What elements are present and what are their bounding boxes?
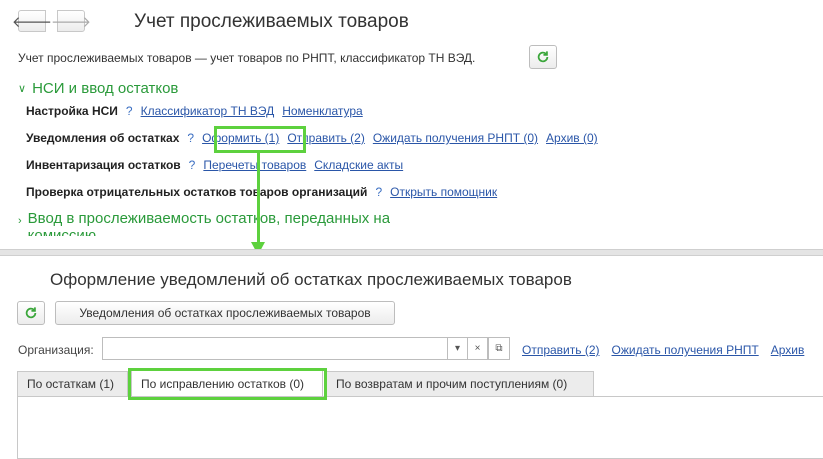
tab-content — [17, 396, 823, 459]
org-input[interactable] — [102, 337, 448, 360]
link-tnved-classifier[interactable]: Классификатор ТН ВЭД — [141, 104, 275, 118]
tab-label: По возвратам и прочим поступлениям (0) — [336, 377, 568, 391]
group-nsi-header[interactable]: ∨ НСИ и ввод остатков — [18, 80, 178, 97]
help-icon[interactable]: ? — [375, 185, 382, 199]
notifications-button[interactable]: Уведомления об остатках прослеживаемых т… — [55, 301, 395, 325]
back-arrow-icon: 🡐 — [11, 13, 53, 31]
help-icon[interactable]: ? — [126, 104, 133, 118]
refresh-icon — [537, 51, 549, 63]
page-title: Учет прослеживаемых товаров — [134, 11, 409, 32]
org-clear-button[interactable]: × — [468, 337, 488, 360]
row-inventory: Инвентаризация остатков ? Перечеты товар… — [26, 158, 403, 172]
row-check-label: Проверка отрицательных остатков товаров … — [26, 185, 368, 199]
link-open-assistant[interactable]: Открыть помощник — [390, 185, 497, 199]
open-icon: ⧉ — [495, 343, 503, 354]
page-description: Учет прослеживаемых товаров — учет товар… — [18, 51, 476, 65]
back-button[interactable]: 🡐 — [12, 10, 52, 32]
row-inventory-label: Инвентаризация остатков — [26, 158, 181, 172]
dropdown-icon: ▾ — [454, 343, 461, 354]
highlight-create-link — [214, 126, 306, 153]
org-open-button[interactable]: ⧉ — [488, 337, 510, 360]
row-nsi: Настройка НСИ ? Классификатор ТН ВЭД Ном… — [26, 104, 363, 118]
org-label: Организация: — [18, 343, 94, 357]
form-title: Оформление уведомлений об остатках просл… — [50, 270, 572, 289]
refresh-button-bottom[interactable] — [17, 301, 45, 325]
refresh-button-top[interactable] — [529, 45, 557, 69]
tab-label: По остаткам (1) — [27, 377, 115, 391]
forward-button[interactable]: 🡒 — [51, 10, 91, 32]
org-dropdown-button[interactable]: ▾ — [448, 337, 468, 360]
link-await-rnpt-bottom[interactable]: Ожидать получения РНПТ — [612, 343, 759, 357]
help-icon[interactable]: ? — [189, 158, 196, 172]
row-notifications: Уведомления об остатках ? Оформить (1) О… — [26, 131, 598, 145]
highlight-active-tab — [128, 368, 327, 400]
group-commission-header[interactable]: › Ввод в прослеживаемость остатков, пере… — [18, 210, 390, 236]
chevron-right-icon: › — [18, 215, 22, 227]
annotation-arrow-line — [257, 152, 260, 244]
bottom-links: Отправить (2) Ожидать получения РНПТ Арх… — [522, 343, 804, 357]
help-icon[interactable]: ? — [187, 131, 194, 145]
window-divider — [0, 249, 823, 256]
group-commission-title: Ввод в прослеживаемость остатков, переда… — [27, 210, 391, 236]
link-await-rnpt[interactable]: Ожидать получения РНПТ (0) — [373, 131, 538, 145]
link-archive-bottom[interactable]: Архив — [771, 343, 805, 357]
group-nsi-title: НСИ и ввод остатков — [32, 80, 179, 97]
refresh-icon — [25, 307, 37, 319]
forward-arrow-icon: 🡒 — [50, 13, 92, 31]
link-recounts[interactable]: Перечеты товаров — [203, 158, 306, 172]
row-nsi-label: Настройка НСИ — [26, 104, 118, 118]
row-check: Проверка отрицательных остатков товаров … — [26, 185, 497, 199]
tab-by-returns[interactable]: По возвратам и прочим поступлениям (0) — [326, 371, 594, 396]
link-warehouse-acts[interactable]: Складские акты — [314, 158, 403, 172]
clear-icon: × — [474, 343, 481, 354]
link-nomenclature[interactable]: Номенклатура — [282, 104, 363, 118]
tab-by-balances[interactable]: По остаткам (1) — [17, 371, 128, 396]
link-archive[interactable]: Архив (0) — [546, 131, 598, 145]
chevron-down-icon: ∨ — [18, 83, 27, 95]
link-send-bottom[interactable]: Отправить (2) — [522, 343, 600, 357]
row-notifications-label: Уведомления об остатках — [26, 131, 180, 145]
